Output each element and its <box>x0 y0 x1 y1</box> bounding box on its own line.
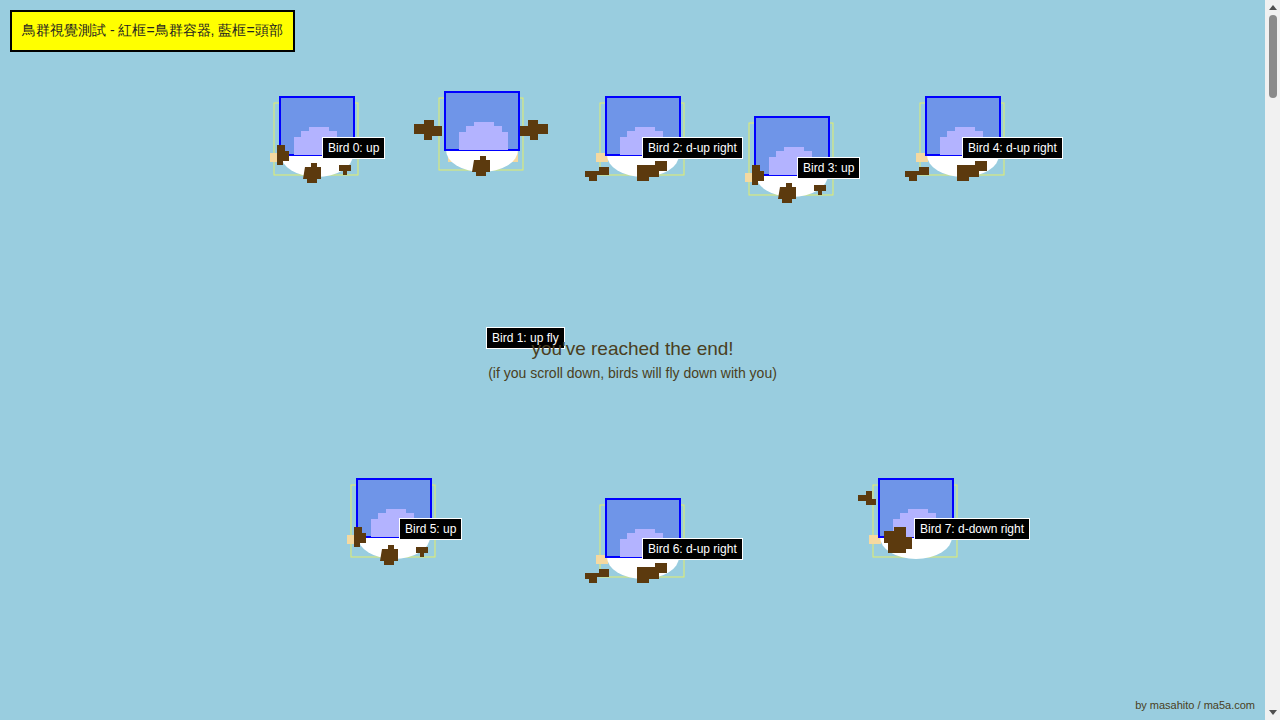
bird-icon <box>414 62 554 192</box>
scroll-track[interactable] <box>1265 15 1280 705</box>
header-badge: 鳥群視覺測試 - 紅框=鳥群容器, 藍框=頭部 <box>10 10 295 52</box>
end-subtitle: (if you scroll down, birds will fly down… <box>488 363 777 383</box>
bird-label: Bird 0: up <box>322 137 385 159</box>
bird-label: Bird 6: d-up right <box>642 538 743 560</box>
scroll-up-icon[interactable] <box>1269 5 1277 10</box>
scroll-thumb[interactable] <box>1269 15 1277 98</box>
bird-icon <box>575 67 715 197</box>
bird-icon <box>249 67 389 197</box>
bird-label: Bird 4: d-up right <box>962 137 1063 159</box>
credit-link[interactable]: by masahito / ma5a.com <box>1135 699 1255 711</box>
bird-label: Bird 7: d-down right <box>914 518 1030 540</box>
page: 鳥群視覺測試 - 紅框=鳥群容器, 藍框=頭部 Bird 0: up Bird … <box>0 0 1280 720</box>
bird-icon <box>575 469 715 599</box>
end-message: you've reached the end! (if you scroll d… <box>0 337 1265 383</box>
end-title: you've reached the end! <box>531 337 733 361</box>
bird-icon <box>326 449 466 579</box>
bird-icon <box>895 67 1035 197</box>
bird-label: Bird 3: up <box>797 157 860 179</box>
bird-label: Bird 2: d-up right <box>642 137 743 159</box>
scrollbar[interactable] <box>1265 0 1280 720</box>
bird-icon <box>724 87 864 217</box>
scroll-down-icon[interactable] <box>1269 710 1277 715</box>
bird-icon <box>848 449 988 579</box>
bird-stage: 鳥群視覺測試 - 紅框=鳥群容器, 藍框=頭部 Bird 0: up Bird … <box>0 0 1265 720</box>
bird-label: Bird 5: up <box>399 518 462 540</box>
